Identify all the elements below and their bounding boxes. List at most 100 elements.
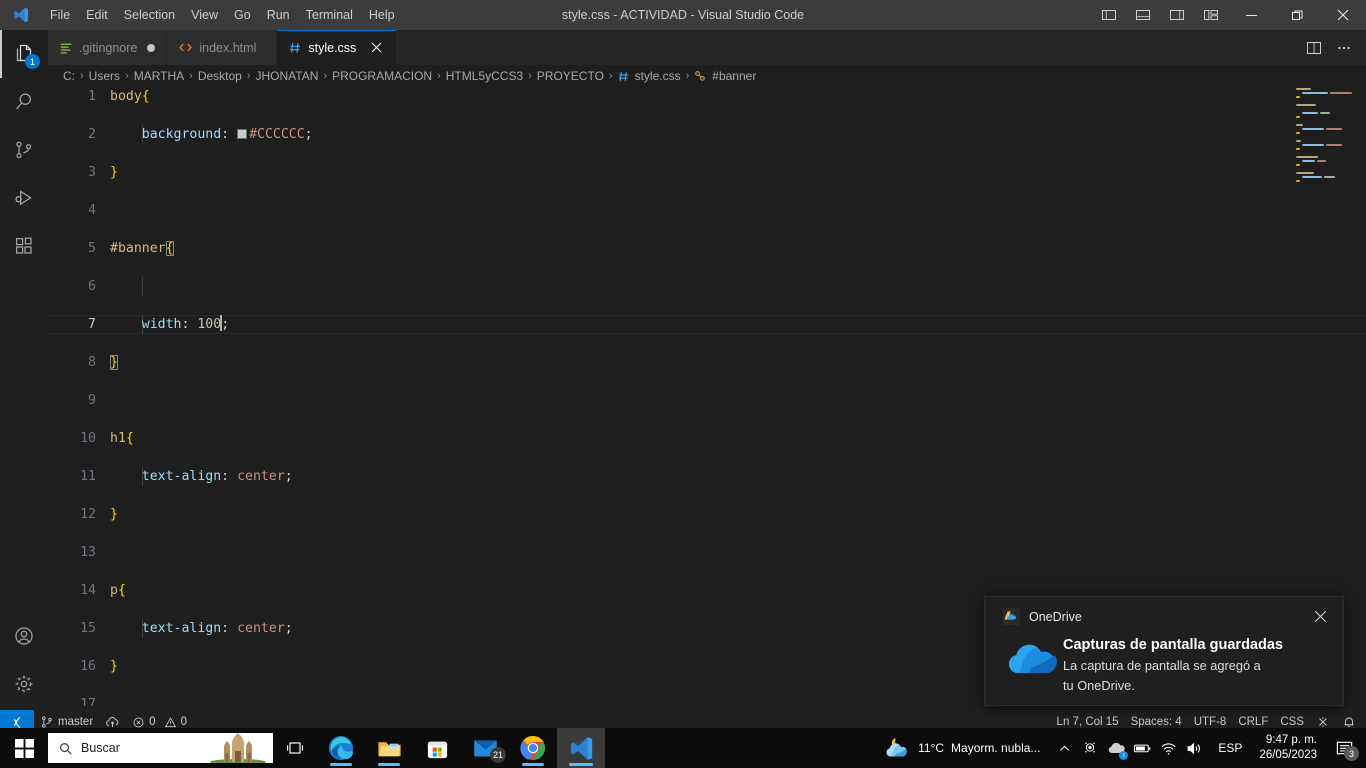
breadcrumb-segment-file[interactable]: style.css xyxy=(634,69,682,83)
chevron-up-icon[interactable] xyxy=(1052,728,1076,768)
accounts-button[interactable] xyxy=(0,612,48,660)
color-swatch xyxy=(237,129,248,139)
menu-help[interactable]: Help xyxy=(361,0,403,30)
onedrive-app-icon xyxy=(1003,608,1020,625)
toast-text: Capturas de pantalla guardadas La captur… xyxy=(1063,633,1283,695)
sidebar-item-search[interactable] xyxy=(0,78,48,126)
menu-edit[interactable]: Edit xyxy=(78,0,116,30)
line-number: 11 xyxy=(80,469,96,484)
search-illustration xyxy=(203,733,273,763)
battery-icon[interactable] xyxy=(1130,728,1154,768)
code-line-current: 7 width: 100; xyxy=(48,315,1366,334)
taskbar-app-google-chrome[interactable] xyxy=(509,728,557,768)
breadcrumb-segment-martha[interactable]: MARTHA xyxy=(133,69,185,83)
sidebar-item-extensions[interactable] xyxy=(0,222,48,270)
customize-layout-icon[interactable] xyxy=(1194,0,1228,30)
search-icon xyxy=(58,741,73,756)
more-actions-icon[interactable] xyxy=(1330,34,1358,62)
tab-style-css[interactable]: style.css xyxy=(277,30,398,65)
editor-scrollbar[interactable] xyxy=(1352,87,1366,706)
breadcrumb-separator: › xyxy=(437,70,441,82)
taskbar-right: 11°C Mayorm. nubla... i ESP 9:47 p. m. 2… xyxy=(875,728,1366,768)
close-icon[interactable] xyxy=(1307,606,1333,628)
css-icon xyxy=(617,70,630,83)
language-indicator[interactable]: ESP xyxy=(1210,728,1250,768)
breadcrumb-segment-users[interactable]: Users xyxy=(88,69,121,83)
breadcrumb-segment-desktop[interactable]: Desktop xyxy=(197,69,243,83)
split-editor-icon[interactable] xyxy=(1300,34,1328,62)
status-branch-label: master xyxy=(58,716,94,728)
sidebar-item-source-control[interactable] xyxy=(0,126,48,174)
close-icon[interactable] xyxy=(368,39,385,56)
minimize-button[interactable] xyxy=(1228,0,1274,30)
maximize-button[interactable] xyxy=(1274,0,1320,30)
tab-index-html[interactable]: index.html xyxy=(167,30,278,65)
clock[interactable]: 9:47 p. m. 26/05/2023 xyxy=(1250,728,1326,768)
notification-center-button[interactable]: 3 xyxy=(1326,728,1362,768)
menu-bar: File Edit Selection View Go Run Terminal… xyxy=(42,0,403,30)
line-text: text-align: center; xyxy=(141,621,293,636)
toast-app-name: OneDrive xyxy=(1029,609,1082,624)
breadcrumb-separator: › xyxy=(189,70,193,82)
taskbar-app-microsoft-edge[interactable] xyxy=(317,728,365,768)
mail-badge: 21 xyxy=(490,747,506,763)
tab-modified-indicator xyxy=(147,43,156,52)
line-text: h1{ xyxy=(110,431,134,446)
breadcrumb-segment-html5ycss3[interactable]: HTML5yCCS3 xyxy=(445,69,524,83)
toggle-primary-sidebar-icon[interactable] xyxy=(1092,0,1126,30)
task-view-icon[interactable] xyxy=(273,728,317,768)
wifi-icon[interactable] xyxy=(1156,728,1180,768)
line-number: 10 xyxy=(80,431,96,446)
breadcrumb-segment-jhonatan[interactable]: JHONATAN xyxy=(255,69,320,83)
line-text: background: #CCCCCC; xyxy=(141,127,313,142)
menu-terminal[interactable]: Terminal xyxy=(298,0,361,30)
weather-widget[interactable]: 11°C Mayorm. nubla... xyxy=(875,728,1048,768)
activity-bar-bottom xyxy=(0,612,48,708)
menu-view[interactable]: View xyxy=(183,0,226,30)
line-number: 5 xyxy=(88,241,96,256)
breadcrumb-segment-drive[interactable]: C: xyxy=(62,69,76,83)
search-input[interactable]: Buscar xyxy=(48,733,273,763)
window-controls xyxy=(1092,0,1366,30)
tab-gitingnore[interactable]: .gitingnore xyxy=(48,30,168,65)
toggle-secondary-sidebar-icon[interactable] xyxy=(1160,0,1194,30)
menu-run[interactable]: Run xyxy=(259,0,298,30)
taskbar-app-file-explorer[interactable] xyxy=(365,728,413,768)
line-number: 2 xyxy=(88,127,96,142)
line-text: } xyxy=(110,507,118,522)
toggle-panel-icon[interactable] xyxy=(1126,0,1160,30)
line-number: 15 xyxy=(80,621,96,636)
line-text: p{ xyxy=(110,583,126,598)
folder-icon xyxy=(376,735,403,762)
breadcrumb-segment-symbol[interactable]: #banner xyxy=(711,69,757,83)
windows-start-icon[interactable] xyxy=(0,728,48,768)
taskbar-app-mail[interactable]: 21 xyxy=(461,728,509,768)
breadcrumb-segment-programacion[interactable]: PROGRAMACION xyxy=(331,69,433,83)
code-line: 1 body{ xyxy=(48,87,1366,106)
menu-go[interactable]: Go xyxy=(226,0,259,30)
code-line: 13 xyxy=(48,543,1366,562)
breadcrumb-separator: › xyxy=(125,70,129,82)
clock-date: 26/05/2023 xyxy=(1259,749,1317,761)
line-text: width: 100; xyxy=(141,315,230,332)
tab-bar: .gitingnore index.html style.css xyxy=(48,30,1366,65)
toast-line-2: tu OneDrive. xyxy=(1063,678,1135,693)
line-text: } xyxy=(110,165,118,180)
webcam-icon[interactable] xyxy=(1078,728,1102,768)
close-button[interactable] xyxy=(1320,0,1366,30)
taskbar-app-microsoft-store[interactable] xyxy=(413,728,461,768)
menu-file[interactable]: File xyxy=(42,0,78,30)
indent-guide xyxy=(142,277,143,296)
taskbar-app-visual-studio-code[interactable] xyxy=(557,728,605,768)
breadcrumb-segment-proyecto[interactable]: PROYECTO xyxy=(536,69,605,83)
manage-settings-button[interactable] xyxy=(0,660,48,708)
sidebar-item-explorer[interactable]: 1 xyxy=(0,30,48,78)
title-bar: File Edit Selection View Go Run Terminal… xyxy=(0,0,1366,30)
volume-icon[interactable] xyxy=(1182,728,1206,768)
onedrive-notification-toast[interactable]: OneDrive Capturas de pantalla guardadas … xyxy=(984,596,1344,706)
menu-selection[interactable]: Selection xyxy=(116,0,183,30)
tab-label: .gitingnore xyxy=(79,40,138,55)
onedrive-tray-icon[interactable]: i xyxy=(1104,728,1129,768)
sidebar-item-run-and-debug[interactable] xyxy=(0,174,48,222)
css-icon xyxy=(288,41,302,55)
